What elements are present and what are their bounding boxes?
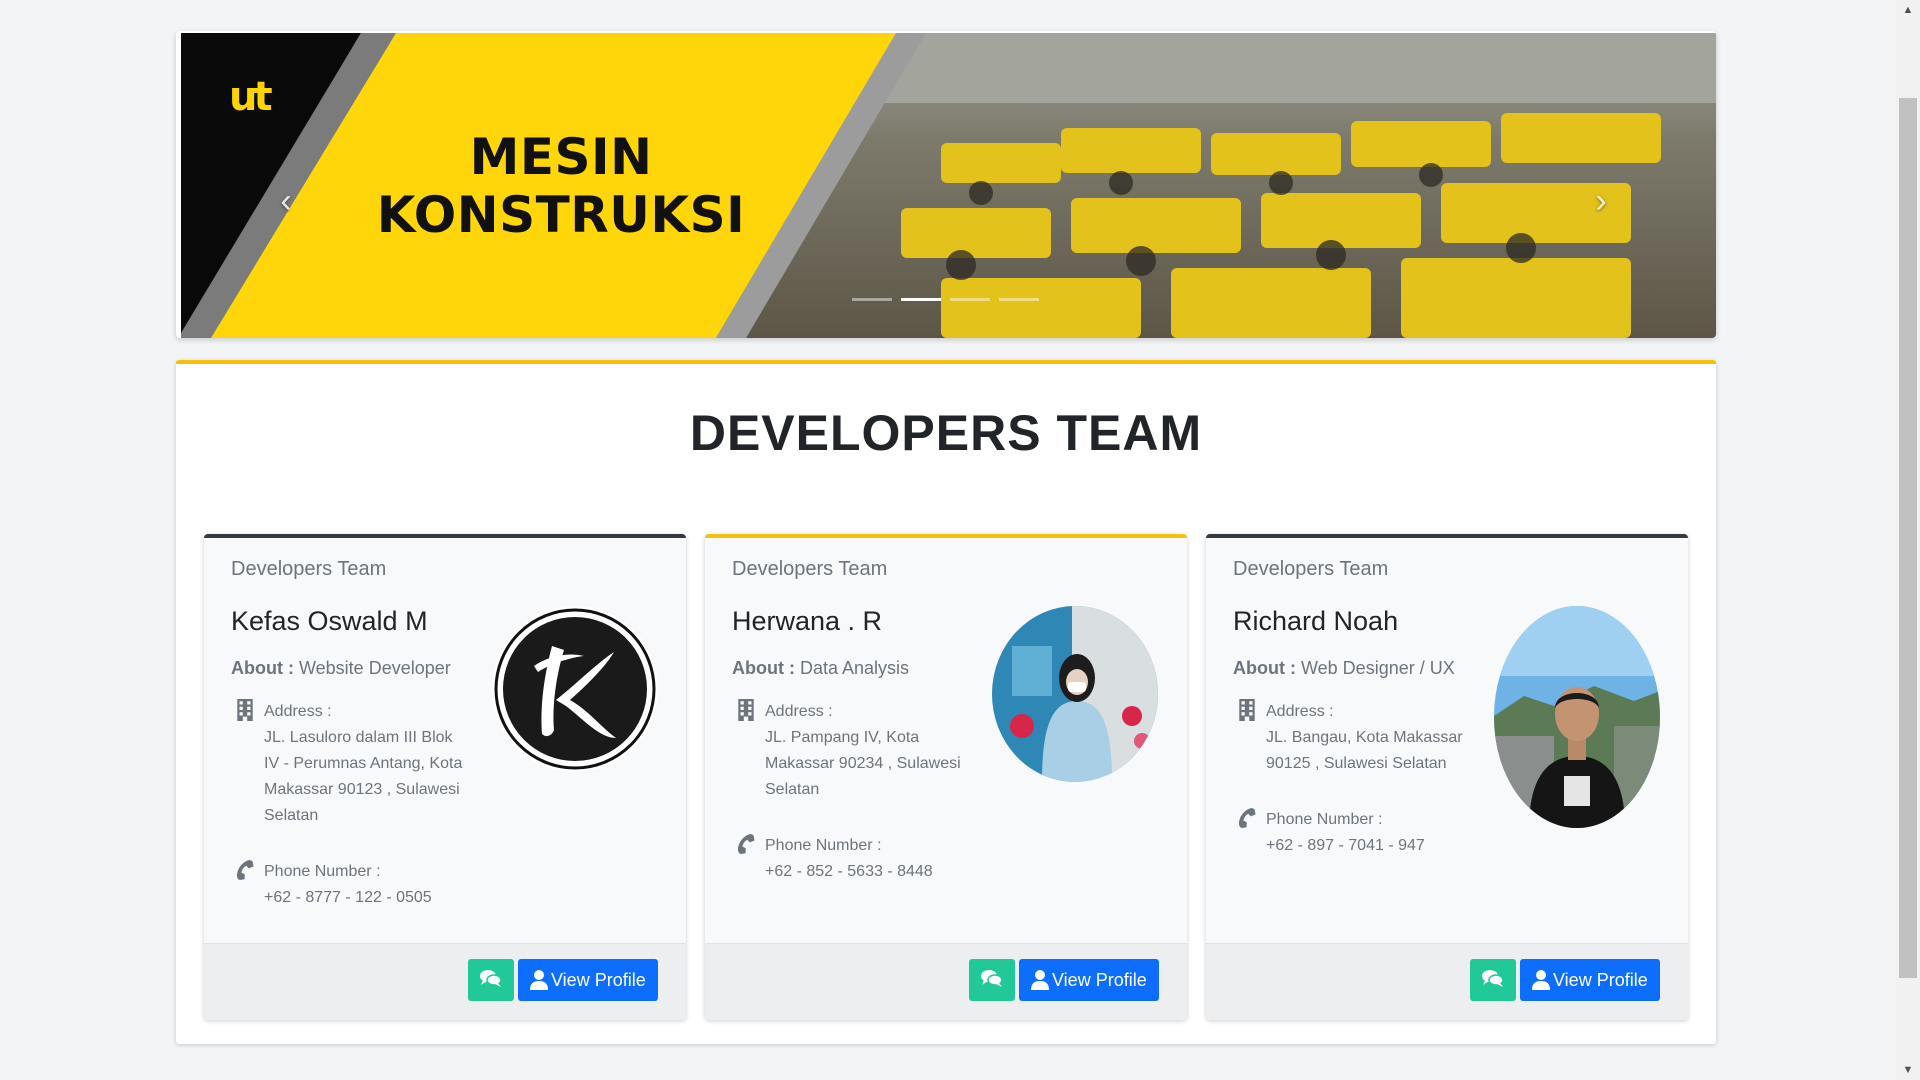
view-profile-button[interactable]: View Profile [1019, 959, 1159, 1001]
chat-button[interactable] [468, 959, 514, 1001]
developer-about: About : Website Developer [231, 658, 451, 679]
building-icon [237, 699, 253, 721]
card-header: Developers Team [231, 558, 387, 580]
carousel-indicator-active[interactable] [901, 298, 941, 301]
address-value: JL. Pampang IV, Kota Makassar 90234 , Su… [765, 729, 961, 798]
phone-label: Phone Number : [765, 837, 882, 854]
carousel-indicator[interactable] [950, 298, 990, 301]
comments-icon [981, 970, 1003, 987]
banner-title: MESIN KONSTRUKSI [356, 128, 766, 244]
address-block: Address : JL. Lasuloro dalam III Blok IV… [231, 699, 471, 829]
chevron-right-icon: › [1595, 182, 1607, 220]
chat-button[interactable] [1470, 959, 1516, 1001]
phone-value: +62 - 852 - 5633 - 8448 [765, 863, 933, 880]
about-value: Website Developer [299, 658, 451, 678]
developer-about: About : Data Analysis [732, 658, 909, 679]
phone-icon [738, 834, 755, 854]
avatar [992, 606, 1158, 782]
carousel-indicators [852, 298, 1039, 301]
card-header: Developers Team [1233, 558, 1389, 580]
phone-value: +62 - 8777 - 122 - 0505 [264, 889, 432, 906]
brand-logo: ut [229, 74, 273, 120]
card-header: Developers Team [732, 558, 888, 580]
scroll-up-arrow-icon[interactable]: ▲ [1896, 0, 1920, 20]
address-value: JL. Lasuloro dalam III Blok IV - Perumna… [264, 729, 463, 824]
developer-name: Herwana . R [732, 606, 883, 636]
phone-value: +62 - 897 - 7041 - 947 [1266, 837, 1425, 854]
avatar [492, 606, 658, 772]
avatar-photo [992, 606, 1158, 782]
avatar-photo [1494, 606, 1660, 828]
carousel-indicator[interactable] [852, 298, 892, 301]
building-icon [738, 699, 754, 721]
section-title: DEVELOPERS TEAM [689, 405, 1203, 461]
about-label: About : [1233, 658, 1296, 678]
developer-about: About : Web Designer / UX [1233, 658, 1455, 679]
k-logo-image [494, 608, 656, 770]
carousel-slide: ut MESIN KONSTRUKSI [181, 33, 1716, 338]
phone-block: Phone Number : +62 - 852 - 5633 - 8448 [732, 833, 972, 885]
card-footer: View Profile [204, 943, 686, 1020]
phone-block: Phone Number : +62 - 897 - 7041 - 947 [1233, 807, 1473, 859]
developer-card: Developers Team Kefas Oswald M About : W… [204, 534, 686, 1020]
comments-icon [1482, 970, 1504, 987]
comments-icon [480, 970, 502, 987]
view-profile-label: View Profile [1553, 970, 1648, 990]
vertical-scrollbar[interactable]: ▲ ▼ [1896, 0, 1920, 1080]
view-profile-button[interactable]: View Profile [1520, 959, 1660, 1001]
phone-label: Phone Number : [264, 863, 381, 880]
card-footer: View Profile [705, 943, 1187, 1020]
scrollbar-thumb[interactable] [1899, 98, 1917, 978]
phone-icon [237, 860, 254, 880]
phone-icon [1239, 808, 1256, 828]
developer-name: Richard Noah [1233, 606, 1399, 636]
carousel-prev-button[interactable]: ‹ [266, 181, 306, 221]
address-label: Address : [765, 703, 833, 720]
address-label: Address : [264, 703, 332, 720]
chat-button[interactable] [969, 959, 1015, 1001]
carousel-indicator[interactable] [999, 298, 1039, 301]
developer-card: Developers Team Richard Noah About : Web… [1206, 534, 1688, 1020]
developer-card: Developers Team Herwana . R About : Data… [705, 534, 1187, 1020]
developers-team-section: DEVELOPERS TEAM Developers Team Kefas Os… [176, 360, 1716, 1044]
phone-block: Phone Number : +62 - 8777 - 122 - 0505 [231, 859, 471, 911]
user-icon [1031, 970, 1049, 990]
view-profile-label: View Profile [1052, 970, 1147, 990]
address-value: JL. Bangau, Kota Makassar 90125 , Sulawe… [1266, 729, 1463, 772]
about-label: About : [231, 658, 294, 678]
view-profile-label: View Profile [551, 970, 646, 990]
building-icon [1239, 699, 1255, 721]
card-footer: View Profile [1206, 943, 1688, 1020]
about-value: Web Designer / UX [1301, 658, 1455, 678]
view-profile-button[interactable]: View Profile [518, 959, 658, 1001]
phone-label: Phone Number : [1266, 811, 1383, 828]
about-value: Data Analysis [800, 658, 910, 678]
address-block: Address : JL. Bangau, Kota Makassar 9012… [1233, 699, 1473, 777]
scroll-down-arrow-icon[interactable]: ▼ [1896, 1060, 1920, 1080]
user-icon [1532, 970, 1550, 990]
user-icon [530, 970, 548, 990]
banner-carousel: ut MESIN KONSTRUKSI ‹ › [176, 31, 1716, 338]
banner-title-line1: MESIN [469, 128, 653, 186]
developer-name: Kefas Oswald M [231, 606, 428, 636]
avatar [1494, 606, 1660, 828]
about-label: About : [732, 658, 795, 678]
address-label: Address : [1266, 703, 1334, 720]
carousel-next-button[interactable]: › [1581, 181, 1621, 221]
address-block: Address : JL. Pampang IV, Kota Makassar … [732, 699, 972, 803]
page: ut MESIN KONSTRUKSI ‹ › DEVELOPERS TEAM … [0, 0, 1896, 1080]
chevron-left-icon: ‹ [280, 182, 292, 220]
banner-title-line2: KONSTRUKSI [376, 186, 746, 244]
